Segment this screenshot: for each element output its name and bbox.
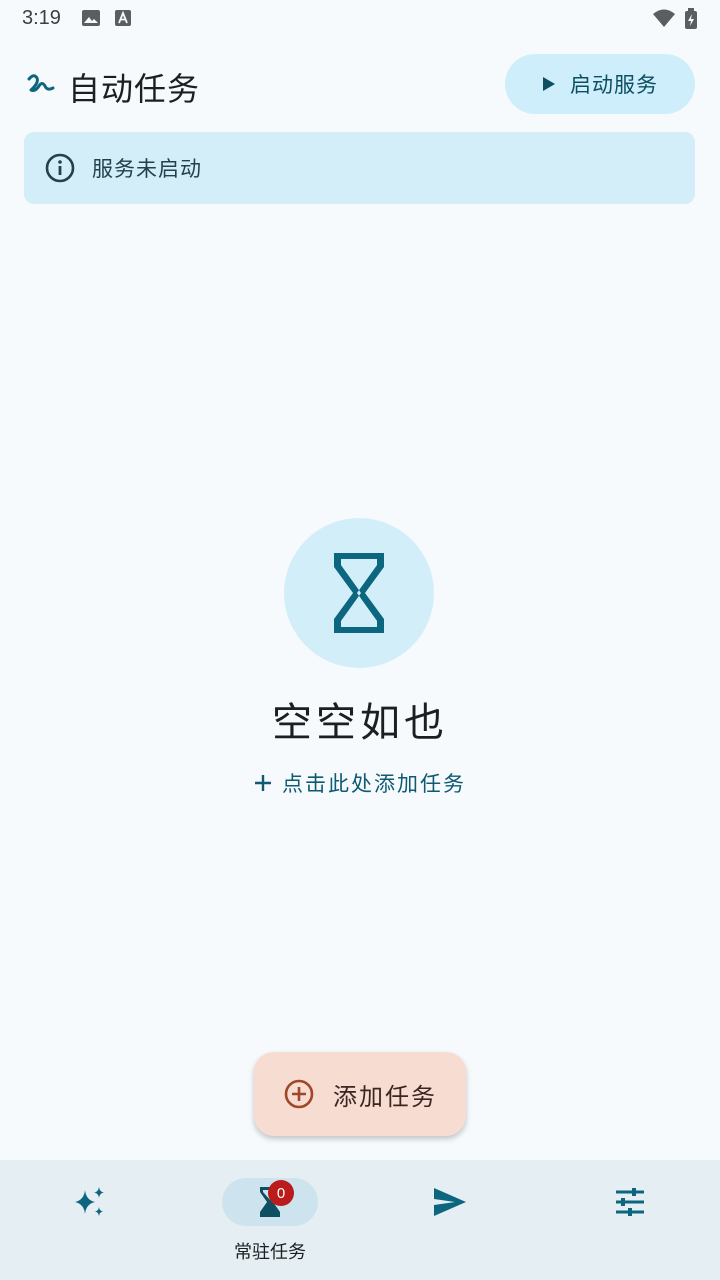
nav-pill	[582, 1178, 678, 1226]
info-icon	[45, 153, 75, 183]
status-time: 3:19	[22, 7, 61, 29]
send-icon	[434, 1188, 466, 1216]
plus-icon	[255, 775, 271, 791]
font-notification-icon	[115, 10, 131, 26]
banner-text: 服务未启动	[92, 157, 202, 181]
sparkles-icon	[75, 1187, 104, 1216]
battery-icon	[685, 8, 697, 29]
nav-item-send[interactable]	[360, 1160, 540, 1280]
nav-pill	[42, 1178, 138, 1226]
service-status-banner: 服务未启动	[24, 132, 695, 204]
add-task-fab[interactable]: 添加任务	[254, 1052, 466, 1136]
image-notification-icon	[82, 10, 100, 26]
play-icon	[543, 77, 555, 91]
hourglass-icon	[334, 553, 384, 633]
start-service-label: 启动服务	[570, 73, 658, 97]
start-service-button[interactable]: 启动服务	[505, 54, 695, 114]
add-task-link[interactable]: 点击此处添加任务	[0, 768, 720, 798]
wifi-icon	[653, 9, 675, 27]
add-circle-icon	[284, 1079, 314, 1109]
empty-state-illustration	[284, 518, 434, 668]
add-task-link-label: 点击此处添加任务	[282, 772, 466, 796]
nav-item-resident-tasks[interactable]: 常驻任务	[180, 1160, 360, 1280]
fab-label: 添加任务	[333, 1082, 437, 1111]
page-title: 自动任务	[68, 70, 201, 108]
status-bar: 3:19	[0, 0, 720, 36]
resident-tasks-count-badge: 0	[268, 1180, 294, 1206]
nav-item-sparkles[interactable]	[0, 1160, 180, 1280]
tune-icon	[616, 1188, 644, 1216]
nav-item-settings[interactable]	[540, 1160, 720, 1280]
app-logo-icon	[27, 74, 55, 92]
bottom-navigation: 常驻任务	[0, 1160, 720, 1280]
nav-pill	[402, 1178, 498, 1226]
nav-label-resident-tasks: 常驻任务	[234, 1242, 306, 1263]
empty-state-title: 空空如也	[272, 700, 448, 746]
top-app-bar: 自动任务 启动服务	[0, 52, 720, 116]
